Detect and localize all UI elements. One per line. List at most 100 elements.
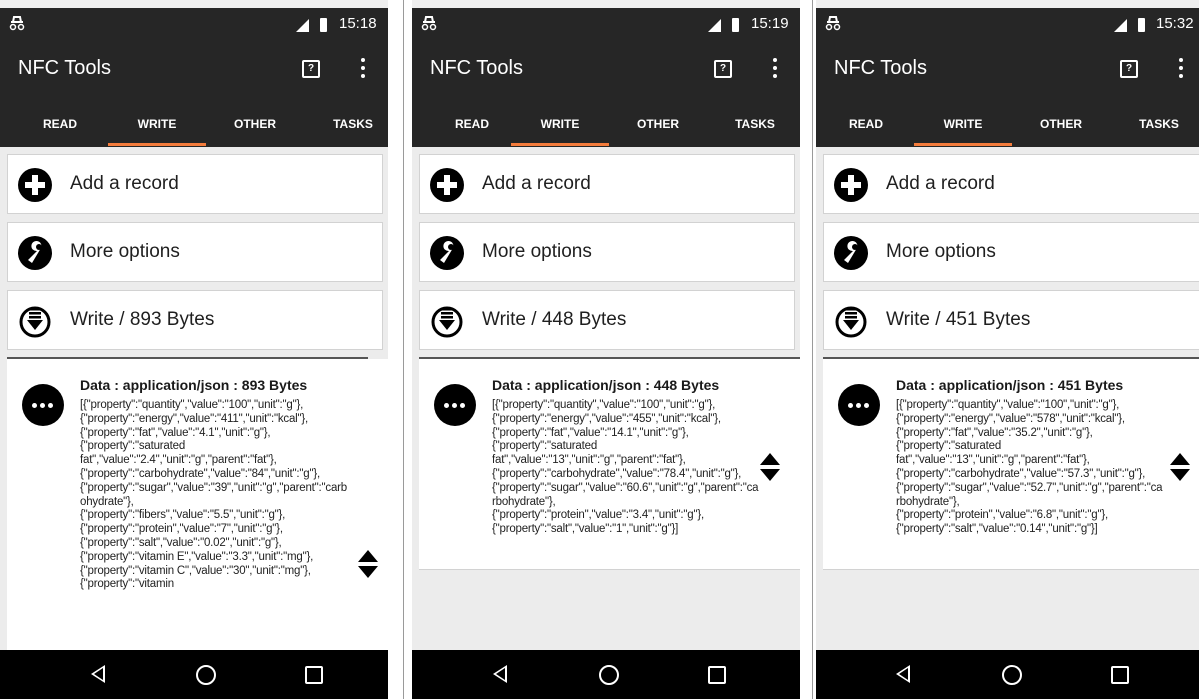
- back-icon[interactable]: [896, 665, 910, 683]
- add-record-button[interactable]: Add a record: [823, 154, 1199, 214]
- nav-bar: [0, 650, 388, 699]
- tab-bar: READ WRITE OTHER TASKS: [816, 100, 1199, 147]
- tab-read[interactable]: READ: [442, 117, 502, 131]
- status-time: 15:19: [751, 15, 789, 32]
- write-download-icon: [431, 306, 463, 338]
- tab-write[interactable]: WRITE: [126, 117, 188, 131]
- add-record-label: Add a record: [886, 173, 995, 194]
- content-area: Add a record More options Write / 451 By…: [816, 147, 1199, 650]
- add-icon: [430, 168, 464, 202]
- record-body: [{"property":"quantity","value":"100","u…: [492, 399, 759, 536]
- more-icon[interactable]: [22, 384, 64, 426]
- app-bar: NFC Tools ?: [412, 38, 800, 100]
- signal-icon: [1114, 19, 1127, 32]
- incognito-icon: [9, 16, 25, 31]
- incognito-icon: [825, 16, 841, 31]
- nav-bar: [412, 650, 800, 699]
- app-bar: NFC Tools ?: [816, 38, 1199, 100]
- add-record-button[interactable]: Add a record: [419, 154, 795, 214]
- app-bar: NFC Tools ?: [0, 38, 388, 100]
- tab-bar: READ WRITE OTHER TASKS: [0, 100, 388, 147]
- record-body: [{"property":"quantity","value":"100","u…: [80, 399, 347, 591]
- more-options-button[interactable]: More options: [419, 222, 795, 282]
- status-bar: 15:18: [0, 8, 388, 38]
- battery-icon: [732, 18, 739, 32]
- add-record-label: Add a record: [482, 173, 591, 194]
- tab-write[interactable]: WRITE: [932, 117, 994, 131]
- recents-icon[interactable]: [708, 666, 726, 684]
- signal-icon: [708, 19, 721, 32]
- battery-icon: [1138, 18, 1145, 32]
- help-icon[interactable]: ?: [302, 60, 320, 78]
- recents-icon[interactable]: [1111, 666, 1129, 684]
- back-icon[interactable]: [493, 665, 507, 683]
- record-item[interactable]: Data : application/json : 451 Bytes [{"p…: [823, 359, 1199, 570]
- screen-separator: [812, 0, 813, 699]
- status-time: 15:18: [339, 15, 377, 32]
- more-icon[interactable]: [838, 384, 880, 426]
- status-bar: 15:19: [412, 8, 800, 38]
- app-title: NFC Tools: [430, 57, 523, 79]
- record-item[interactable]: Data : application/json : 893 Bytes [{"p…: [7, 359, 388, 651]
- record-title: Data : application/json : 448 Bytes: [492, 377, 720, 393]
- home-icon[interactable]: [599, 665, 619, 685]
- content-area: Add a record More options Write / 448 By…: [412, 147, 800, 650]
- add-icon: [834, 168, 868, 202]
- content-area: Add a record More options Write / 893 By…: [0, 147, 388, 651]
- help-icon[interactable]: ?: [714, 60, 732, 78]
- write-button[interactable]: Write / 448 Bytes: [419, 290, 795, 350]
- tab-tasks[interactable]: TASKS: [322, 117, 384, 131]
- tab-tasks[interactable]: TASKS: [724, 117, 786, 131]
- phone-screen: 15:19 NFC Tools ? READ WRITE OTHER TASKS…: [412, 0, 800, 699]
- tab-other[interactable]: OTHER: [223, 117, 287, 131]
- add-record-label: Add a record: [70, 173, 179, 194]
- reorder-icon[interactable]: [760, 449, 780, 485]
- tab-other[interactable]: OTHER: [626, 117, 690, 131]
- more-icon[interactable]: [434, 384, 476, 426]
- record-title: Data : application/json : 893 Bytes: [80, 377, 308, 393]
- more-options-label: More options: [70, 241, 180, 262]
- more-options-label: More options: [482, 241, 592, 262]
- tab-indicator: [914, 143, 1012, 146]
- write-label: Write / 448 Bytes: [482, 309, 627, 330]
- home-icon[interactable]: [196, 665, 216, 685]
- reorder-icon[interactable]: [358, 546, 378, 582]
- incognito-icon: [421, 16, 437, 31]
- battery-icon: [320, 18, 327, 32]
- recents-icon[interactable]: [305, 666, 323, 684]
- add-record-button[interactable]: Add a record: [7, 154, 383, 214]
- back-icon[interactable]: [91, 665, 105, 683]
- write-button[interactable]: Write / 893 Bytes: [7, 290, 383, 350]
- write-download-icon: [835, 306, 867, 338]
- tab-tasks[interactable]: TASKS: [1128, 117, 1190, 131]
- tab-read[interactable]: READ: [836, 117, 896, 131]
- more-options-label: More options: [886, 241, 996, 262]
- tab-other[interactable]: OTHER: [1029, 117, 1093, 131]
- help-icon[interactable]: ?: [1120, 60, 1138, 78]
- wrench-icon: [834, 236, 868, 270]
- more-options-button[interactable]: More options: [7, 222, 383, 282]
- app-title: NFC Tools: [834, 57, 927, 79]
- overflow-menu-icon[interactable]: [773, 58, 777, 80]
- tab-indicator: [108, 143, 206, 146]
- wrench-icon: [430, 236, 464, 270]
- record-item[interactable]: Data : application/json : 448 Bytes [{"p…: [419, 359, 800, 570]
- add-icon: [18, 168, 52, 202]
- record-title: Data : application/json : 451 Bytes: [896, 377, 1124, 393]
- write-label: Write / 893 Bytes: [70, 309, 215, 330]
- write-download-icon: [19, 306, 51, 338]
- tab-write[interactable]: WRITE: [529, 117, 591, 131]
- phone-screen: 15:18 NFC Tools ? READ WRITE OTHER TASKS…: [0, 0, 388, 699]
- app-title: NFC Tools: [18, 57, 111, 79]
- write-button[interactable]: Write / 451 Bytes: [823, 290, 1199, 350]
- reorder-icon[interactable]: [1170, 449, 1190, 485]
- status-bar: 15:32: [816, 8, 1199, 38]
- more-options-button[interactable]: More options: [823, 222, 1199, 282]
- home-icon[interactable]: [1002, 665, 1022, 685]
- overflow-menu-icon[interactable]: [361, 58, 365, 80]
- status-time: 15:32: [1156, 15, 1194, 32]
- tab-bar: READ WRITE OTHER TASKS: [412, 100, 800, 147]
- overflow-menu-icon[interactable]: [1179, 58, 1183, 80]
- tab-read[interactable]: READ: [30, 117, 90, 131]
- screen-separator: [403, 0, 404, 699]
